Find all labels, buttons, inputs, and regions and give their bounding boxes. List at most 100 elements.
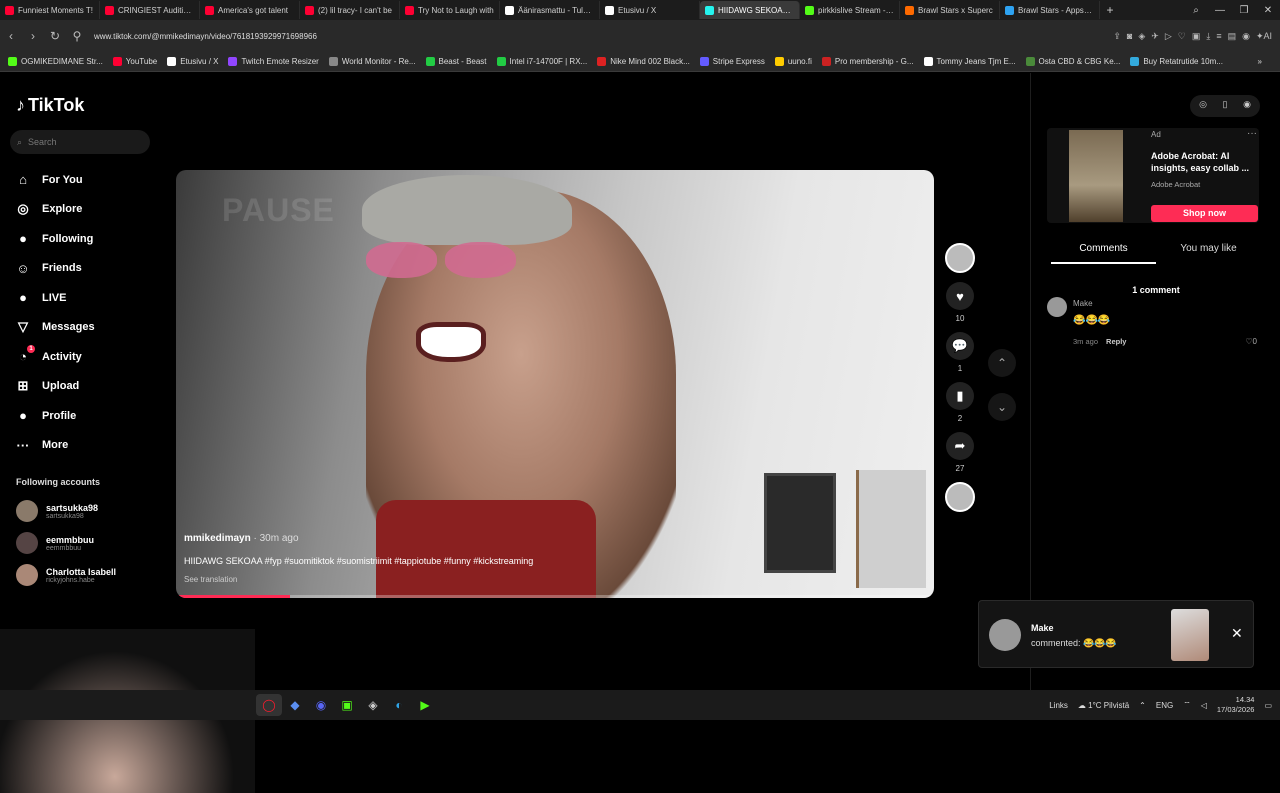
ad-options-icon[interactable]: ··· bbox=[1247, 128, 1257, 139]
sidebar-item-profile[interactable]: ● Profile bbox=[14, 401, 95, 431]
following-account[interactable]: Charlotta Isabell rickyjohns.habe bbox=[16, 559, 116, 591]
kick-icon[interactable]: ▶ bbox=[412, 694, 438, 716]
browser-tab[interactable]: Try Not to Laugh with bbox=[400, 1, 500, 19]
browser-tab[interactable]: Äänirasmattu - Tule u bbox=[500, 1, 600, 19]
heart-icon[interactable]: ♡ bbox=[1178, 31, 1186, 42]
discord-icon[interactable]: ◉ bbox=[308, 694, 334, 716]
shield-app-icon[interactable]: ◈ bbox=[360, 694, 386, 716]
bookmarks-overflow-icon[interactable]: » bbox=[1258, 57, 1280, 66]
see-translation-link[interactable]: See translation bbox=[184, 575, 237, 584]
site-info-icon[interactable]: ⚲ bbox=[66, 29, 88, 43]
sidebar-item-messages[interactable]: ▽ Messages bbox=[14, 313, 95, 343]
minimize-button[interactable]: — bbox=[1208, 5, 1232, 16]
coin-icon[interactable]: ◎ bbox=[1196, 99, 1210, 113]
wifi-icon[interactable]: ⌔ bbox=[1183, 700, 1191, 710]
sidebar-item-activity[interactable]: ◔ 1 Activity bbox=[14, 342, 95, 372]
forward-button[interactable]: › bbox=[22, 29, 44, 43]
opera-icon[interactable]: ◯ bbox=[256, 694, 282, 716]
share-icon[interactable]: ⇪ bbox=[1113, 31, 1121, 42]
bookmark-item[interactable]: Stripe Express bbox=[699, 57, 765, 66]
volume-icon[interactable]: ◁ bbox=[1201, 701, 1207, 710]
sidebar-item-live[interactable]: ● LIVE bbox=[14, 283, 95, 313]
edge-icon[interactable]: ◐ bbox=[386, 694, 412, 716]
tab-you-may-like[interactable]: You may like bbox=[1156, 243, 1261, 264]
share-button[interactable]: ➦ bbox=[946, 432, 974, 460]
browser-tab[interactable]: Funniest Moments T! bbox=[0, 1, 100, 19]
menu-icon[interactable]: ≡ bbox=[1216, 31, 1221, 42]
video-player[interactable]: PAUSE mmikedimayn · 30m ago HIIDAWG SEKO… bbox=[176, 170, 934, 598]
browser-tab[interactable]: America's got talent bbox=[200, 1, 300, 19]
browser-tab[interactable]: Etusivu / X bbox=[600, 1, 700, 19]
sidebar-item-for-you[interactable]: ⌂ For You bbox=[14, 165, 95, 195]
wallet-icon[interactable]: ▤ bbox=[1228, 31, 1237, 42]
ad-title[interactable]: Adobe Acrobat: AI insights, easy collab … bbox=[1151, 150, 1259, 174]
browser-tab[interactable]: Brawl Stars x Superc bbox=[900, 1, 1000, 19]
sidebar-item-following[interactable]: ● Following bbox=[14, 224, 95, 254]
tools-icon[interactable]: ✈ bbox=[1151, 31, 1159, 42]
music-avatar[interactable] bbox=[945, 482, 975, 512]
sidebar-item-upload[interactable]: ⊞ Upload bbox=[14, 372, 95, 402]
bookmark-item[interactable]: Twitch Emote Resizer bbox=[228, 57, 319, 66]
reply-button[interactable]: Reply bbox=[1106, 337, 1126, 346]
search-tabs-icon[interactable]: ⌕ bbox=[1184, 5, 1208, 16]
video-progress-bar[interactable] bbox=[176, 595, 934, 598]
comment-notification[interactable]: Make commented: 😂😂😂 ✕ bbox=[978, 600, 1254, 668]
save-button[interactable]: ▮ bbox=[946, 382, 974, 410]
download-icon[interactable]: ⤓ bbox=[1206, 31, 1210, 42]
app-icon[interactable]: ◆ bbox=[282, 694, 308, 716]
like-button[interactable]: ♥ bbox=[946, 282, 974, 310]
bookmark-item[interactable]: Osta CBD & CBG Ke... bbox=[1025, 57, 1120, 66]
links-toolbar[interactable]: Links bbox=[1049, 701, 1068, 710]
following-account[interactable]: eemmbbuu eemmbbuu bbox=[16, 527, 116, 559]
bookmark-item[interactable]: Buy Retatrutide 10m... bbox=[1130, 57, 1223, 66]
browser-tab[interactable]: pirkkislive Stream - W bbox=[800, 1, 900, 19]
play-icon[interactable]: ▷ bbox=[1165, 31, 1172, 42]
bookmark-item[interactable]: Beast - Beast bbox=[425, 57, 487, 66]
url-field[interactable]: www.tiktok.com/@mmikedimayn/video/761819… bbox=[94, 32, 1113, 41]
bookmark-item[interactable]: Tommy Jeans Tjm E... bbox=[923, 57, 1016, 66]
bookmark-item[interactable]: Etusivu / X bbox=[167, 57, 218, 66]
ai-button[interactable]: ✦AI bbox=[1256, 31, 1272, 42]
tab-comments[interactable]: Comments bbox=[1051, 243, 1156, 264]
sidebar-item-friends[interactable]: ☺ Friends bbox=[14, 254, 95, 284]
video-author[interactable]: mmikedimayn · 30m ago bbox=[184, 533, 299, 544]
bookmark-item[interactable]: uuno.fi bbox=[774, 57, 812, 66]
commenter-name[interactable]: Make bbox=[1073, 299, 1093, 308]
clock[interactable]: 14.34 17/03/2026 bbox=[1217, 695, 1255, 715]
following-account[interactable]: sartsukka98 sartsukka98 bbox=[16, 495, 116, 527]
browser-tab[interactable]: Brawl Stars - Apps on bbox=[1000, 1, 1100, 19]
video-description[interactable]: HIIDAWG SEKOAA #fyp #suomitiktok #suomis… bbox=[184, 556, 533, 566]
maximize-button[interactable]: ❐ bbox=[1232, 5, 1256, 16]
weather-widget[interactable]: ☁ 1°C Pilvistä bbox=[1078, 701, 1129, 710]
browser-tab[interactable]: (2) lil tracy- I can't be bbox=[300, 1, 400, 19]
bookmark-item[interactable]: OGMIKEDIMANE Str... bbox=[8, 57, 103, 66]
comment-button[interactable]: 💬 bbox=[946, 332, 974, 360]
game-icon[interactable]: ▣ bbox=[334, 694, 360, 716]
cube-icon[interactable]: ▣ bbox=[1192, 31, 1201, 42]
profile-icon[interactable]: ◉ bbox=[1242, 31, 1250, 42]
commenter-avatar[interactable] bbox=[1047, 297, 1067, 317]
language-indicator[interactable]: ENG bbox=[1156, 701, 1173, 710]
creator-avatar[interactable] bbox=[945, 243, 975, 273]
close-icon[interactable]: ✕ bbox=[1231, 625, 1243, 642]
video-author-name[interactable]: mmikedimayn bbox=[184, 533, 251, 544]
browser-tab[interactable]: CRINGIEST Auditions bbox=[100, 1, 200, 19]
comment-like-button[interactable]: ♡0 bbox=[1245, 337, 1257, 346]
bookmark-item[interactable]: Nike Mind 002 Black... bbox=[597, 57, 690, 66]
notifications-icon[interactable]: ▭ bbox=[1264, 701, 1272, 710]
tiktok-logo[interactable]: ♪ TikTok bbox=[16, 95, 84, 116]
bookmark-item[interactable]: World Monitor - Re... bbox=[328, 57, 416, 66]
browser-tab[interactable]: HIIDAWG SEKOAA # bbox=[700, 1, 800, 19]
previous-video-button[interactable]: ⌃ bbox=[988, 349, 1016, 377]
sidebar-item-more[interactable]: ··· More bbox=[14, 431, 95, 461]
bookmark-item[interactable]: Intel i7-14700F | RX... bbox=[496, 57, 587, 66]
tray-chevron-icon[interactable]: ⌃ bbox=[1139, 701, 1146, 710]
camera-icon[interactable]: ◙ bbox=[1127, 31, 1132, 42]
ad-card[interactable]: Ad ··· Adobe Acrobat: AI insights, easy … bbox=[1047, 128, 1259, 223]
shop-now-button[interactable]: Shop now bbox=[1151, 205, 1258, 222]
sidebar-item-explore[interactable]: ◎ Explore bbox=[14, 195, 95, 225]
shield-icon[interactable]: ◈ bbox=[1138, 31, 1145, 42]
search-input[interactable]: ⌕ Search bbox=[10, 130, 150, 154]
user-avatar[interactable]: ◉ bbox=[1240, 99, 1254, 113]
new-tab-button[interactable]: + bbox=[1100, 3, 1120, 17]
